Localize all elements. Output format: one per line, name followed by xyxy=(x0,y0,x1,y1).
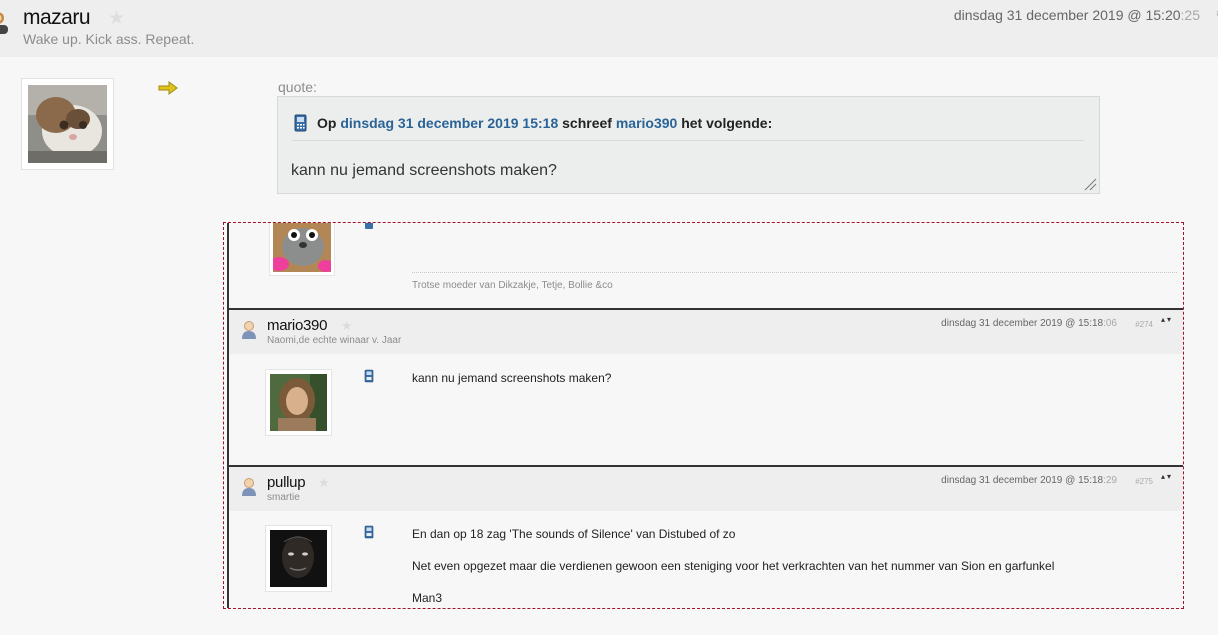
post-text: kann nu jemand screenshots maken? xyxy=(412,371,612,385)
quote-header: Op dinsdag 31 december 2019 15:18 schree… xyxy=(294,114,772,132)
post: mario390 ★ Naomi,de echte winaar v. Jaar… xyxy=(229,308,1183,465)
post-text: Man3 xyxy=(412,591,443,605)
arrow-right-icon[interactable] xyxy=(158,80,178,96)
avatar[interactable] xyxy=(21,78,114,170)
post-date[interactable]: dinsdag 31 december 2019 @ 15:18:06 xyxy=(941,318,1117,329)
embedded-screenshot[interactable]: Trotse moeder van Dikzakje, Tetje, Bolli… xyxy=(223,222,1184,609)
post-number[interactable]: #274 xyxy=(1135,320,1153,329)
post-number[interactable]: #275 xyxy=(1135,477,1153,486)
avatar[interactable] xyxy=(265,525,332,592)
post-header: mario390 ★ Naomi,de echte winaar v. Jaar… xyxy=(229,310,1183,354)
star-icon[interactable]: ★ xyxy=(318,475,330,491)
quote-label: quote: xyxy=(278,79,317,95)
user-icon xyxy=(0,12,8,34)
mobile-phone-icon xyxy=(365,223,373,229)
avatar-cat-image xyxy=(28,85,107,163)
star-icon[interactable]: ★ xyxy=(341,318,353,334)
quote-prefix: Op xyxy=(317,115,337,131)
signature: Trotse moeder van Dikzakje, Tetje, Bolli… xyxy=(412,280,613,291)
user-icon xyxy=(242,478,256,496)
avatar-mouse-image xyxy=(269,223,334,272)
post-date-seconds: :06 xyxy=(1103,318,1117,329)
post-date-main: dinsdag 31 december 2019 @ 15:18 xyxy=(941,475,1104,486)
user-tagline: Naomi,de echte winaar v. Jaar xyxy=(267,335,402,346)
avatar[interactable] xyxy=(265,369,332,436)
post-text: En dan op 18 zag 'The sounds of Silence'… xyxy=(412,527,736,541)
user-tagline: smartie xyxy=(267,492,300,503)
post-header: mazaru ★ Wake up. Kick ass. Repeat. dins… xyxy=(0,0,1218,57)
resize-grip-icon[interactable] xyxy=(1083,177,1097,191)
post-date-main: dinsdag 31 december 2019 @ 15:20 xyxy=(953,7,1181,23)
sort-arrows-icon[interactable]: ▴▾ xyxy=(1161,316,1173,324)
sort-arrows-icon[interactable]: ▴▾ xyxy=(1161,473,1173,481)
mobile-phone-icon xyxy=(294,114,307,132)
signature-divider xyxy=(412,272,1177,273)
username[interactable]: mazaru xyxy=(23,6,91,30)
user-icon xyxy=(242,321,256,339)
username[interactable]: pullup xyxy=(267,474,306,491)
post-date[interactable]: dinsdag 31 december 2019 @ 15:20:25 xyxy=(954,7,1200,23)
quote-author-link[interactable]: mario390 xyxy=(616,115,677,131)
divider xyxy=(292,140,1084,141)
quote-date-link[interactable]: dinsdag 31 december 2019 15:18 xyxy=(340,115,558,131)
post-text: Net even opgezet maar die verdienen gewo… xyxy=(412,559,1055,573)
quote-suffix: het volgende: xyxy=(681,115,773,131)
username[interactable]: mario390 xyxy=(267,317,327,334)
avatar[interactable] xyxy=(269,223,335,276)
avatar-man-image xyxy=(270,530,327,587)
quote-text: kann nu jemand screenshots maken? xyxy=(291,162,557,179)
user-tagline: Wake up. Kick ass. Repeat. xyxy=(23,31,195,47)
post-header: pullup ★ smartie dinsdag 31 december 201… xyxy=(229,467,1183,511)
embedded-thread: Trotse moeder van Dikzakje, Tetje, Bolli… xyxy=(227,223,1183,608)
quote-mid: schreef xyxy=(562,115,612,131)
post-date-seconds: :29 xyxy=(1103,475,1117,486)
mobile-phone-icon xyxy=(364,525,374,539)
post-date[interactable]: dinsdag 31 december 2019 @ 15:18:29 xyxy=(941,475,1117,486)
avatar-woman-image xyxy=(270,374,327,431)
mobile-phone-icon xyxy=(364,369,374,383)
post-date-main: dinsdag 31 december 2019 @ 15:18 xyxy=(941,318,1104,329)
post: pullup ★ smartie dinsdag 31 december 201… xyxy=(229,465,1183,608)
quote-box: Op dinsdag 31 december 2019 15:18 schree… xyxy=(277,96,1100,194)
post-date-seconds: :25 xyxy=(1180,7,1200,23)
star-icon[interactable]: ★ xyxy=(108,7,125,30)
